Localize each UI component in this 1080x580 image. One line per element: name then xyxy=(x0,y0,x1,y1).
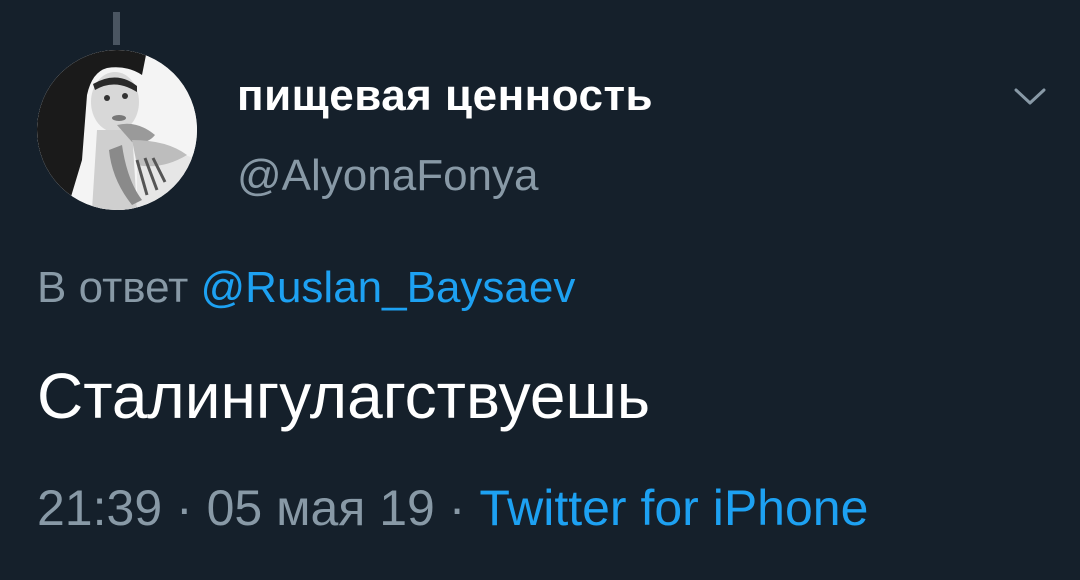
reply-prefix: В ответ xyxy=(37,263,189,312)
avatar-image xyxy=(37,50,197,210)
tweet-text: Сталингулагствуешь xyxy=(37,360,651,432)
reply-context: В ответ @Ruslan_Baysaev xyxy=(37,262,575,314)
tweet-source-link[interactable]: Twitter for iPhone xyxy=(479,480,868,536)
username-handle[interactable]: @AlyonaFonya xyxy=(237,150,539,202)
tweet-meta: 21:39 · 05 мая 19 · Twitter for iPhone xyxy=(37,478,868,538)
chevron-down-icon[interactable] xyxy=(1010,82,1050,110)
tweet-time[interactable]: 21:39 xyxy=(37,480,162,536)
display-name[interactable]: пищевая ценность xyxy=(237,70,653,122)
avatar[interactable] xyxy=(37,50,197,210)
tweet-date[interactable]: 05 мая 19 xyxy=(207,480,435,536)
meta-separator: · xyxy=(448,480,466,536)
reply-mention-link[interactable]: @Ruslan_Baysaev xyxy=(201,263,576,312)
meta-separator: · xyxy=(176,480,193,536)
thread-connector-line xyxy=(113,12,120,45)
